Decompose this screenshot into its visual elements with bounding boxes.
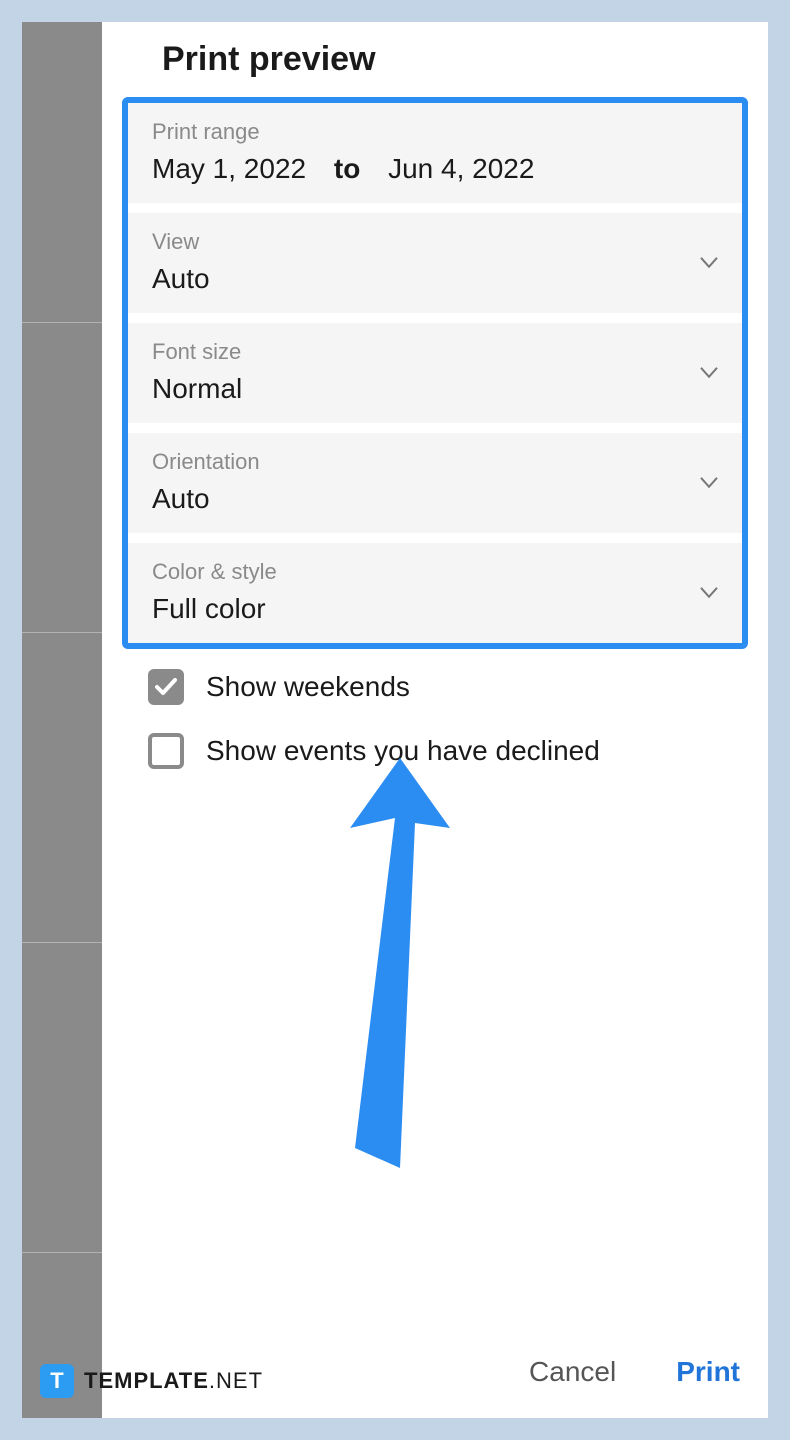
view-dropdown[interactable]: View Auto xyxy=(128,213,742,323)
range-to: to xyxy=(334,153,360,184)
range-end[interactable]: Jun 4, 2022 xyxy=(388,153,534,184)
grid-line xyxy=(22,1252,102,1253)
view-value: Auto xyxy=(152,263,718,295)
settings-highlight-box: Print range May 1, 2022 to Jun 4, 2022 V… xyxy=(122,97,748,649)
orientation-label: Orientation xyxy=(152,449,718,475)
print-preview-panel: Print preview Print range May 1, 2022 to… xyxy=(102,22,768,1418)
print-button[interactable]: Print xyxy=(676,1356,740,1388)
grid-line xyxy=(22,322,102,323)
grid-line xyxy=(22,942,102,943)
cancel-button[interactable]: Cancel xyxy=(529,1356,616,1388)
print-range-label: Print range xyxy=(152,119,718,145)
orientation-value: Auto xyxy=(152,483,718,515)
print-range-value: May 1, 2022 to Jun 4, 2022 xyxy=(152,153,718,185)
show-weekends-checkbox[interactable] xyxy=(148,669,184,705)
page-title: Print preview xyxy=(102,22,768,97)
view-label: View xyxy=(152,229,718,255)
show-weekends-row[interactable]: Show weekends xyxy=(148,669,768,705)
watermark: T TEMPLATE.NET xyxy=(40,1364,263,1398)
dialog-footer: Cancel Print xyxy=(529,1356,740,1388)
color-style-dropdown[interactable]: Color & style Full color xyxy=(128,543,742,643)
background-overlay: Print preview Print range May 1, 2022 to… xyxy=(22,22,768,1418)
font-size-value: Normal xyxy=(152,373,718,405)
font-size-label: Font size xyxy=(152,339,718,365)
chevron-down-icon xyxy=(700,476,718,494)
orientation-dropdown[interactable]: Orientation Auto xyxy=(128,433,742,543)
grid-line xyxy=(22,632,102,633)
check-icon xyxy=(155,678,177,696)
print-range-section[interactable]: Print range May 1, 2022 to Jun 4, 2022 xyxy=(128,103,742,213)
show-declined-label: Show events you have declined xyxy=(206,735,600,767)
checkbox-group: Show weekends Show events you have decli… xyxy=(102,649,768,769)
color-style-label: Color & style xyxy=(152,559,718,585)
show-declined-checkbox[interactable] xyxy=(148,733,184,769)
chevron-down-icon xyxy=(700,256,718,274)
watermark-badge: T xyxy=(40,1364,74,1398)
color-style-value: Full color xyxy=(152,593,718,625)
chevron-down-icon xyxy=(700,586,718,604)
show-declined-row[interactable]: Show events you have declined xyxy=(148,733,768,769)
chevron-down-icon xyxy=(700,366,718,384)
show-weekends-label: Show weekends xyxy=(206,671,410,703)
font-size-dropdown[interactable]: Font size Normal xyxy=(128,323,742,433)
watermark-text: TEMPLATE.NET xyxy=(84,1368,263,1394)
range-start[interactable]: May 1, 2022 xyxy=(152,153,306,184)
